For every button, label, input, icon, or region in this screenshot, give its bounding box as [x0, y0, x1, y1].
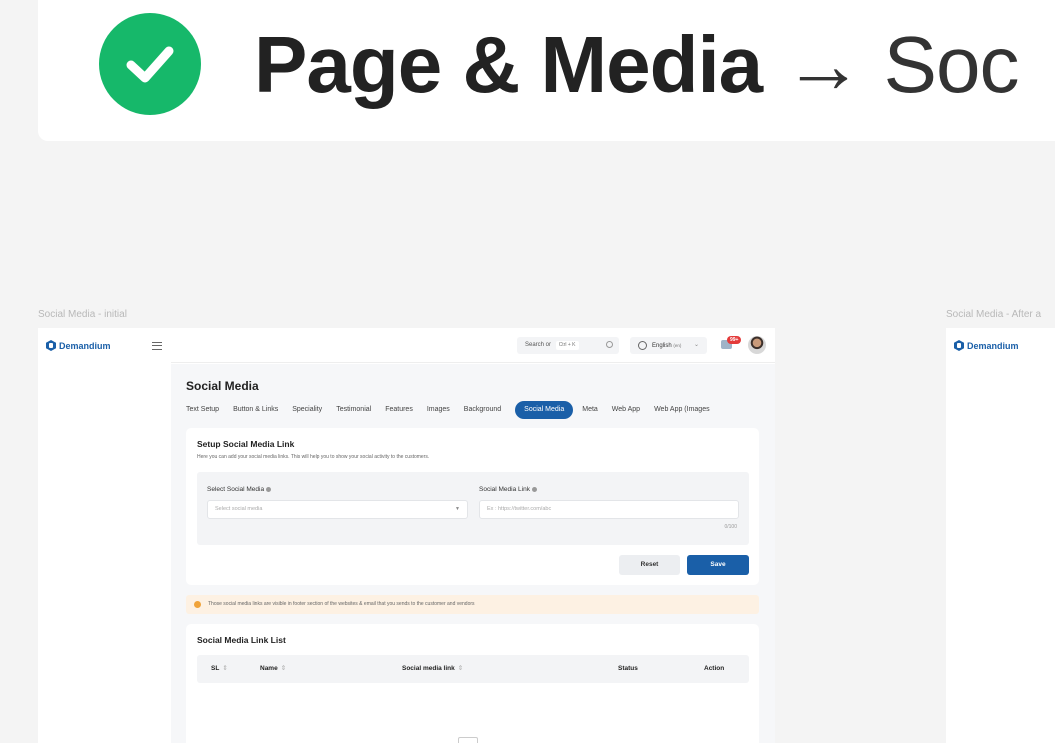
select-placeholder: Select social media: [215, 506, 263, 512]
column-link[interactable]: Social media link ⇕: [402, 655, 463, 683]
search-input[interactable]: Search or Ctrl + K: [517, 337, 619, 354]
globe-icon: [638, 341, 647, 350]
info-notice: Those social media links are visible in …: [186, 595, 759, 614]
brand-logo[interactable]: Demandium: [954, 340, 1019, 351]
info-icon: [531, 486, 537, 492]
link-list-card: Social Media Link List SL ⇕ Name ⇕ Social …: [186, 624, 759, 743]
hero-title-bold: Page & Media: [254, 20, 763, 109]
logo-icon: [954, 340, 964, 351]
social-media-select[interactable]: Select social media ▼: [207, 500, 468, 519]
hero-title-light: Soc: [883, 20, 1020, 109]
reset-button[interactable]: Reset: [619, 555, 680, 575]
chevron-down-icon: ▼: [455, 506, 460, 512]
sort-icon: ⇕: [222, 665, 228, 672]
tab-web-app-images[interactable]: Web App (Images: [654, 401, 710, 419]
language-code: (en): [673, 343, 682, 348]
tab-testimonial[interactable]: Testimonial: [336, 401, 371, 419]
search-icon: [606, 341, 613, 348]
save-button[interactable]: Save: [687, 555, 749, 575]
frame-initial: Demandium Search or Ctrl + K English (en…: [38, 328, 775, 743]
tab-bar: Text Setup Button & Links Speciality Tes…: [186, 401, 724, 419]
column-name[interactable]: Name ⇕: [260, 655, 286, 683]
column-action: Action: [704, 665, 725, 672]
search-text: Search or: [525, 342, 552, 348]
frame-label-after: Social Media - After a: [946, 309, 1042, 320]
tab-text-setup[interactable]: Text Setup: [186, 401, 219, 419]
language-selector[interactable]: English (en) ⌄: [630, 337, 707, 354]
chevron-down-icon: ⌄: [693, 342, 699, 348]
frame-label-initial: Social Media - initial: [38, 309, 127, 320]
empty-state-icon: [458, 737, 478, 743]
brand-name: Demandium: [59, 340, 111, 351]
select-label-text: Select Social Media: [207, 486, 265, 493]
tab-meta[interactable]: Meta: [582, 401, 598, 419]
avatar[interactable]: [748, 336, 766, 354]
sort-icon: ⇕: [280, 665, 287, 672]
frame-after: Demandium: [946, 328, 1055, 743]
social-media-link-input[interactable]: Ex : https://twitter.com/abc: [479, 500, 739, 519]
char-counter: 0/100: [724, 524, 737, 530]
main-content: Social Media Text Setup Button & Links S…: [171, 364, 775, 743]
notice-text: Those social media links are visible in …: [208, 601, 475, 607]
page-title: Social Media: [186, 379, 259, 393]
sort-icon: ⇕: [457, 665, 464, 672]
brand-name: Demandium: [967, 340, 1019, 351]
sidebar: Demandium: [38, 328, 171, 743]
column-sl-label: SL: [211, 665, 220, 672]
tab-button-links[interactable]: Button & Links: [233, 401, 278, 419]
tab-social-media[interactable]: Social Media: [515, 401, 574, 419]
select-label: Select Social Media: [207, 486, 272, 493]
hero-arrow: →: [783, 20, 863, 109]
language-label: English: [652, 343, 672, 349]
setup-card: Setup Social Media Link Here you can add…: [186, 428, 759, 585]
table-header: SL ⇕ Name ⇕ Social media link ⇕ Status Acti…: [197, 655, 749, 683]
link-label: Social Media Link: [479, 486, 537, 493]
tab-speciality[interactable]: Speciality: [292, 401, 322, 419]
logo-icon: [46, 340, 56, 351]
column-name-label: Name: [260, 665, 278, 672]
tab-background[interactable]: Background: [464, 401, 501, 419]
setup-heading: Setup Social Media Link: [197, 439, 295, 449]
link-label-text: Social Media Link: [479, 486, 530, 493]
form-area: Select Social Media Select social media …: [197, 472, 749, 545]
tab-features[interactable]: Features: [385, 401, 413, 419]
tab-images[interactable]: Images: [427, 401, 450, 419]
column-sl[interactable]: SL ⇕: [211, 655, 228, 683]
menu-icon[interactable]: [152, 342, 162, 350]
link-placeholder: Ex : https://twitter.com/abc: [487, 506, 552, 512]
setup-subheading: Here you can add your social media links…: [197, 454, 430, 460]
check-circle-icon: [99, 13, 201, 115]
tab-web-app[interactable]: Web App: [612, 401, 640, 419]
column-link-label: Social media link: [402, 665, 455, 672]
notification-badge: 99+: [727, 336, 742, 344]
brand-logo[interactable]: Demandium: [46, 340, 111, 351]
info-icon: [266, 486, 272, 492]
column-status: Status: [618, 665, 638, 672]
topbar: Search or Ctrl + K English (en) ⌄ 99+: [171, 328, 775, 363]
hero-title: Page & Media → Soc: [254, 20, 1020, 110]
warning-icon: [194, 601, 201, 608]
search-shortcut: Ctrl + K: [555, 341, 579, 350]
list-heading: Social Media Link List: [197, 635, 286, 645]
